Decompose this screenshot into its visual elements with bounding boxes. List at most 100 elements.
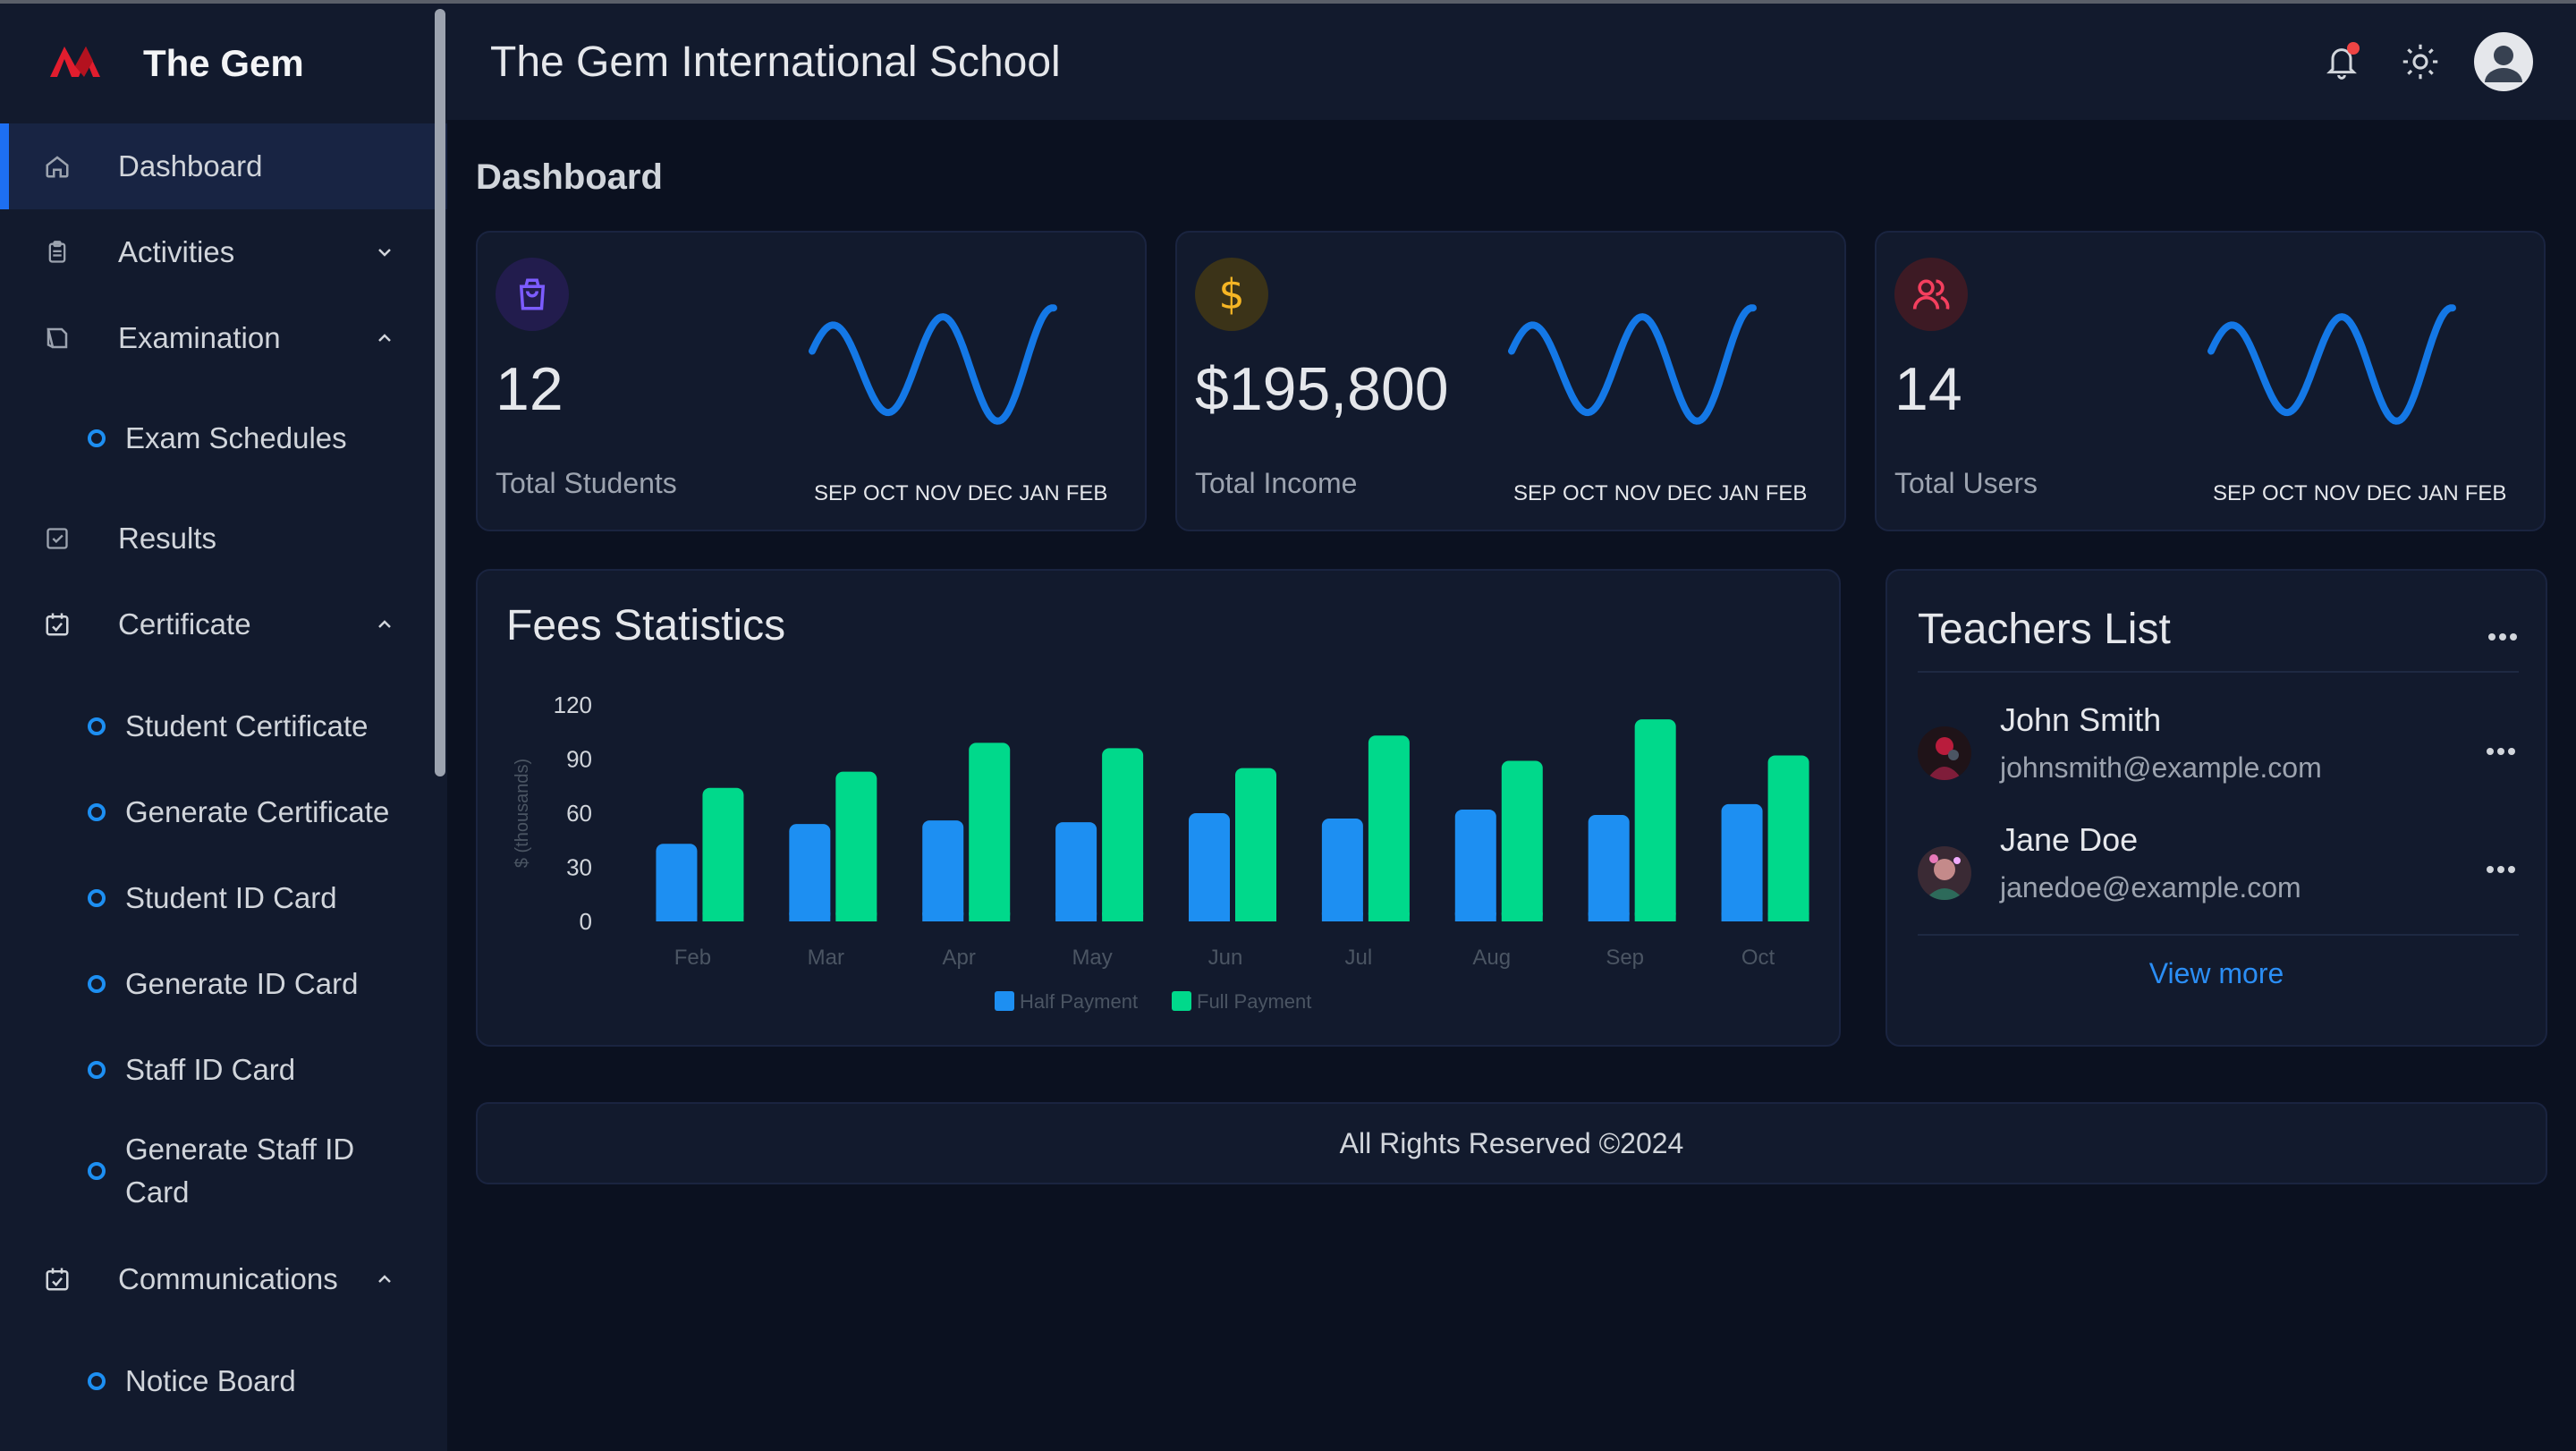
teacher-item[interactable]: Jane Doe janedoe@example.com [1918, 812, 2519, 920]
x-tick-label: Oct [1741, 946, 1775, 970]
teacher-avatar [1918, 726, 1971, 780]
calendar-check-icon [41, 1263, 73, 1295]
fees-statistics-card: 0 30 60 90 120 $ (thousands) Feb Mar Apr May Jun Ju… [476, 569, 1841, 1047]
y-tick-label: 120 [554, 692, 592, 718]
main-content: Dashboard 12 Total Students SEP OCT NOV DEC… [476, 120, 2547, 1451]
theme-toggle-sun-icon[interactable] [2395, 37, 2445, 87]
sidebar-subitem-student-id-card[interactable]: Student ID Card [0, 855, 447, 941]
legend-swatch [1172, 991, 1191, 1011]
bar-base [702, 912, 744, 921]
page-title: Dashboard [476, 157, 663, 197]
sidebar-item-dashboard[interactable]: Dashboard [0, 123, 447, 209]
sidebar-subitem-staff-id-card[interactable]: Staff ID Card [0, 1027, 447, 1113]
fees-title: Fees Statistics [506, 602, 786, 649]
bar-base [1102, 912, 1144, 921]
more-options-icon[interactable] [2487, 866, 2515, 873]
brand[interactable]: The Gem [0, 4, 447, 123]
check-square-icon [41, 522, 73, 555]
top-header: The Gem International School [447, 4, 2576, 120]
teacher-item[interactable]: John Smith johnsmith@example.com [1918, 692, 2519, 800]
teachers-title: Teachers List [1918, 606, 2171, 653]
bullet-icon [88, 429, 106, 447]
bullet-icon [88, 1162, 106, 1180]
chevron-down-icon[interactable] [367, 234, 402, 270]
notification-badge [2347, 42, 2360, 55]
sidebar-item-activities[interactable]: Activities [0, 209, 447, 295]
more-options-icon[interactable] [2487, 748, 2515, 755]
x-tick-label: Apr [943, 946, 976, 970]
sidebar-item-certificate[interactable]: Certificate [0, 581, 447, 667]
sidebar-item-examination[interactable]: Examination [0, 295, 447, 381]
more-options-icon[interactable] [2488, 633, 2517, 641]
bar-half-payment [789, 824, 831, 921]
bar-half-payment [1454, 809, 1496, 921]
sidebar-item-label: Certificate [118, 607, 251, 641]
teacher-name: Jane Doe [2000, 821, 2139, 858]
book-icon [41, 322, 73, 354]
sparkline-months: SEP OCT NOV DEC JAN FEB [2213, 481, 2507, 505]
stat-label: Total Users [1894, 467, 2038, 499]
bar-base [1634, 912, 1676, 921]
bullet-icon [88, 1372, 106, 1390]
bar-base [1189, 912, 1230, 921]
bar-base [1368, 912, 1410, 921]
sparkline-chart [2207, 304, 2456, 425]
bar-base [1767, 912, 1809, 921]
sidebar-subitem-student-certificate[interactable]: Student Certificate [0, 683, 447, 769]
stat-value: $195,800 [1195, 355, 1449, 423]
bar-base [922, 912, 964, 921]
bar-half-payment [1721, 803, 1763, 921]
x-tick-label: May [1072, 946, 1112, 970]
view-more-link[interactable]: View more [1887, 957, 2546, 990]
bar-base [789, 912, 831, 921]
bar-full-payment [1102, 748, 1144, 921]
sparkline-months: SEP OCT NOV DEC JAN FEB [1513, 481, 1808, 505]
notifications-bell-icon[interactable] [2317, 37, 2367, 87]
bar-full-payment [1368, 735, 1410, 921]
legend-label: Full Payment [1197, 990, 1311, 1013]
bar-half-payment [1588, 815, 1630, 921]
stat-label: Total Income [1195, 467, 1358, 499]
sidebar-item-results[interactable]: Results [0, 496, 447, 581]
stat-card-users: 14 Total Users SEP OCT NOV DEC JAN FEB [1875, 231, 2546, 531]
home-icon [41, 150, 73, 182]
sidebar-item-label: Communications [118, 1262, 338, 1295]
bar-half-payment [1055, 822, 1097, 921]
sparkline-chart [809, 304, 1057, 425]
sidebar-item-communications[interactable]: Communications [0, 1236, 447, 1322]
chevron-up-icon[interactable] [367, 607, 402, 642]
bar-base [835, 912, 877, 921]
bar-base [1055, 912, 1097, 921]
sidebar-subitem-exam-schedules[interactable]: Exam Schedules [0, 381, 447, 496]
bar-full-payment [835, 771, 877, 921]
sidebar-subitem-generate-id-card[interactable]: Generate ID Card [0, 941, 447, 1027]
sidebar-scrollbar[interactable] [435, 9, 445, 776]
bar-base [1588, 912, 1630, 921]
chevron-up-icon[interactable] [367, 320, 402, 356]
sidebar-subitem-notice-board[interactable]: Notice Board [0, 1338, 447, 1424]
footer: All Rights Reserved ©2024 [476, 1102, 2547, 1184]
bar-full-payment [1634, 719, 1676, 921]
sidebar-item-label: Activities [118, 235, 235, 268]
sidebar-subitem-generate-staff-id-card[interactable]: Generate Staff ID Card [0, 1113, 447, 1229]
users-icon [1894, 258, 1968, 331]
stat-value: 14 [1894, 355, 1962, 423]
stat-label: Total Students [496, 467, 677, 499]
sidebar-subitem-generate-certificate[interactable]: Generate Certificate [0, 769, 447, 855]
x-tick-label: Mar [808, 946, 844, 970]
bar-full-payment [1501, 760, 1543, 921]
sidebar-item-label: Examination [118, 321, 281, 354]
bar-base [656, 912, 698, 921]
teacher-avatar [1918, 846, 1971, 900]
bar-full-payment [1235, 768, 1276, 921]
stat-value: 12 [496, 355, 564, 423]
divider [1918, 934, 2519, 936]
y-tick-label: 60 [566, 800, 592, 827]
chevron-up-icon[interactable] [367, 1261, 402, 1297]
y-tick-label: 0 [580, 908, 592, 935]
x-tick-label: Sep [1606, 946, 1644, 970]
sidebar-item-label: Dashboard [118, 149, 263, 182]
bar-base [1321, 912, 1363, 921]
teachers-list-card: Teachers List John Smith johnsmith@examp… [1885, 569, 2547, 1047]
user-avatar-icon[interactable] [2474, 32, 2533, 91]
